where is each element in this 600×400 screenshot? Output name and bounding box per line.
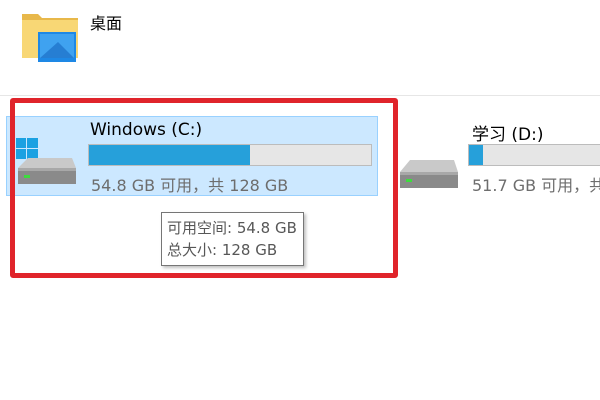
hard-drive-icon[interactable]	[396, 150, 460, 192]
drive-d-usage-fill	[469, 145, 483, 165]
desktop-folder-icon[interactable]	[20, 6, 80, 64]
desktop-folder-label[interactable]: 桌面	[90, 10, 122, 34]
drive-d-space-text: 51.7 GB 可用，共	[472, 176, 600, 195]
drive-d-usage-bar	[468, 144, 600, 166]
highlight-box	[10, 98, 398, 278]
drive-d-name[interactable]: 学习 (D:)	[472, 120, 544, 145]
section-divider	[0, 95, 600, 96]
